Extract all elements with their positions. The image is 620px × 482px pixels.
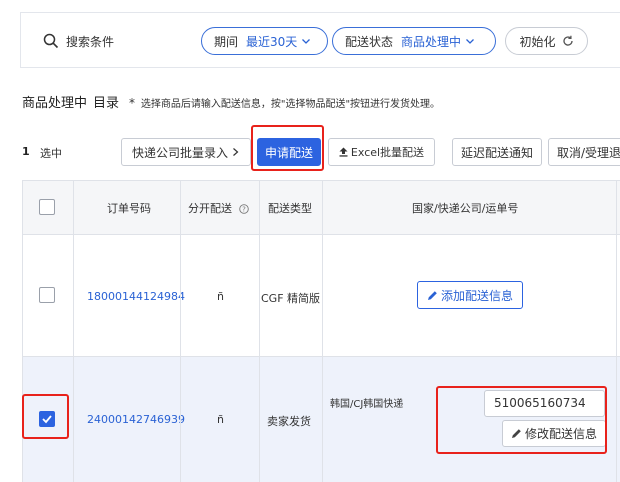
status-value: 商品处理中 <box>401 34 462 49</box>
column-divider <box>322 181 323 482</box>
column-divider <box>616 181 617 482</box>
delivery-type-value: 卖家发货 <box>267 415 311 428</box>
check-icon <box>42 415 52 424</box>
delay-label: 延迟配送通知 <box>460 145 533 160</box>
search-label: 搜索条件 <box>66 35 115 49</box>
country-carrier-value: 韩国/CJ韩国快递 <box>330 399 404 410</box>
chevron-down-icon <box>302 39 311 44</box>
period-key: 期间 <box>214 34 239 49</box>
delivery-status-filter[interactable]: 配送状态 商品处理中 <box>332 27 496 55</box>
reset-button[interactable]: 初始化 <box>505 27 588 55</box>
delivery-type-value: CGF 精简版 <box>261 292 321 305</box>
upload-icon <box>339 147 348 157</box>
edit-delivery-label: 修改配送信息 <box>524 427 597 441</box>
add-delivery-label: 添加配送信息 <box>440 288 513 303</box>
chevron-down-icon <box>466 39 474 44</box>
cancel-accept-button[interactable]: 取消/受理退 <box>548 138 620 166</box>
cancel-label: 取消/受理退 <box>557 145 620 160</box>
reset-label: 初始化 <box>519 34 556 49</box>
selected-count: 1 <box>22 145 30 158</box>
list-hint: 选择商品后请输入配送信息，按"选择物品配送"按钮进行发货处理。 <box>140 99 441 110</box>
apply-delivery-button[interactable]: 申请配送 <box>257 138 321 166</box>
list-heading: 商品处理中 目录 * 选择商品后请输入配送信息，按"选择物品配送"按钮进行发货处理。 <box>22 92 440 111</box>
apply-label: 申请配送 <box>264 145 313 160</box>
add-delivery-info-button[interactable]: 添加配送信息 <box>417 281 523 309</box>
batch-label: 快递公司批量录入 <box>131 145 228 160</box>
pencil-icon <box>427 290 437 300</box>
hint-star: * <box>129 96 136 110</box>
period-value: 最近30天 <box>246 34 298 49</box>
header-order-no: 订单号码 <box>107 202 151 215</box>
delay-notice-button[interactable]: 延迟配送通知 <box>452 138 542 166</box>
period-filter[interactable]: 期间 最近30天 <box>201 27 328 55</box>
order-number-link[interactable]: 24000142746939 <box>87 413 185 426</box>
list-catalog: 目录 <box>93 96 120 111</box>
refresh-icon <box>562 35 573 46</box>
order-table: 订单号码 分开配送 ? 配送类型 国家/快递公司/运单号 18000144124… <box>22 180 620 482</box>
status-key: 配送状态 <box>345 34 394 49</box>
help-icon[interactable]: ? <box>238 204 249 214</box>
search-panel: 搜索条件 期间 最近30天 配送状态 商品处理中 初始化 <box>20 12 620 68</box>
split-header-label: 分开配送 <box>188 202 232 215</box>
column-divider <box>73 181 74 482</box>
row-checkbox[interactable] <box>39 287 55 303</box>
header-delivery-info: 国家/快递公司/运单号 <box>412 202 519 215</box>
tracking-number-input[interactable]: 510065160734 <box>484 390 605 417</box>
header-split-delivery: 分开配送 ? <box>188 200 249 216</box>
excel-label: Excel批量配送 <box>350 146 425 159</box>
split-delivery-value: ñ <box>217 413 224 426</box>
split-delivery-value: ñ <box>217 290 224 303</box>
svg-text:?: ? <box>242 206 246 214</box>
order-number-link[interactable]: 18000144124984 <box>87 290 185 303</box>
select-all-checkbox[interactable] <box>39 199 55 215</box>
list-title: 商品处理中 <box>22 96 88 111</box>
header-delivery-type: 配送类型 <box>268 202 312 215</box>
column-divider <box>259 181 260 482</box>
batch-courier-entry-button[interactable]: 快递公司批量录入 <box>121 138 251 166</box>
selected-text: 选中 <box>40 147 62 160</box>
excel-batch-delivery-button[interactable]: Excel批量配送 <box>328 138 435 166</box>
row-checkbox[interactable] <box>39 411 55 427</box>
edit-delivery-info-button[interactable]: 修改配送信息 <box>502 420 606 447</box>
column-divider <box>180 181 181 482</box>
chevron-right-icon <box>233 148 239 156</box>
pencil-icon <box>511 429 521 438</box>
search-icon <box>43 33 59 49</box>
